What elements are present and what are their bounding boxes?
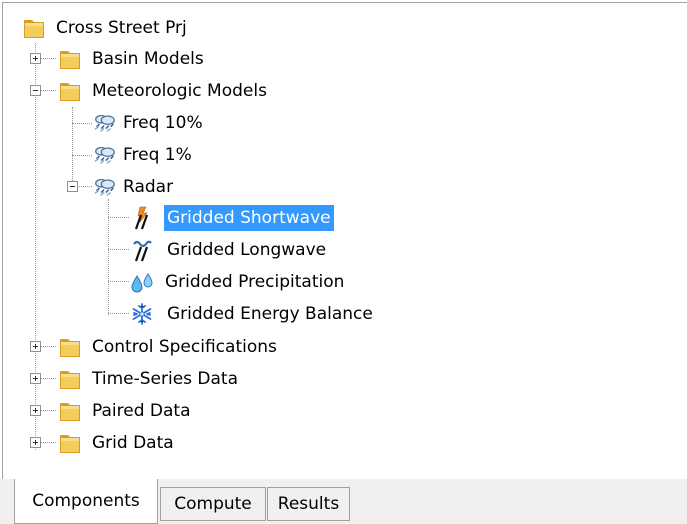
expand-grid-data[interactable] (30, 437, 41, 448)
folder-icon (57, 430, 83, 456)
tree-line (72, 155, 92, 156)
tab-components[interactable]: Components (14, 479, 158, 524)
tree-line (77, 186, 92, 187)
folder-icon (57, 398, 83, 424)
tree-line (40, 90, 56, 91)
tree-line (108, 249, 129, 250)
tree-item-label: Radar (123, 177, 174, 197)
folder-icon (57, 334, 83, 360)
tree-item-meteorologic-models[interactable]: Meteorologic Models (57, 76, 270, 106)
snowflake-icon (129, 301, 155, 327)
tree-line (35, 43, 36, 450)
longwave-radiation-icon (129, 237, 155, 263)
tree-item-label: Meteorologic Models (92, 81, 267, 101)
expand-paired-data[interactable] (30, 405, 41, 416)
tree-line (40, 58, 56, 59)
tree-line (108, 313, 129, 314)
tree-item-label: Time-Series Data (92, 369, 239, 389)
tree-line (40, 378, 56, 379)
tab-bar: Components Compute Results (0, 479, 687, 524)
tree-item-label: Control Specifications (92, 337, 277, 357)
tree-item-label: Paired Data (92, 401, 191, 421)
folder-icon (57, 366, 83, 392)
tree-item-label: Cross Street Prj (56, 18, 187, 38)
tree-item-control-specifications[interactable]: Control Specifications (57, 332, 280, 362)
tree-item-paired-data[interactable]: Paired Data (57, 396, 194, 426)
shortwave-radiation-icon (129, 205, 155, 231)
tree-item-freq-10[interactable]: Freq 10% (92, 108, 206, 138)
tree-line (40, 442, 56, 443)
expand-control-specifications[interactable] (30, 341, 41, 352)
precipitation-drops-icon (129, 269, 155, 295)
tree-line (108, 217, 129, 218)
tree-item-gridded-longwave[interactable]: Gridded Longwave (129, 235, 329, 265)
tree-item-label: Basin Models (92, 49, 204, 69)
tree-line (72, 107, 73, 187)
folder-icon (21, 15, 47, 41)
component-tree: Cross Street Prj Basin Models Meteorolog… (2, 2, 687, 480)
meteorologic-model-icon (92, 142, 118, 168)
tree-line (40, 346, 56, 347)
tree-item-gridded-shortwave[interactable]: Gridded Shortwave (129, 203, 334, 233)
expand-time-series-data[interactable] (30, 373, 41, 384)
tree-item-gridded-energy-balance[interactable]: Gridded Energy Balance (129, 299, 376, 329)
tree-item-label: Gridded Precipitation (165, 272, 345, 292)
tab-results[interactable]: Results (267, 487, 350, 521)
tree-line (108, 281, 129, 282)
tree-item-radar[interactable]: Radar (92, 172, 176, 202)
tree-item-cross-street-prj[interactable]: Cross Street Prj (21, 13, 190, 43)
tree-item-freq-1[interactable]: Freq 1% (92, 140, 195, 170)
meteorologic-model-icon (92, 174, 118, 200)
collapse-radar[interactable] (67, 181, 78, 192)
folder-icon (57, 78, 83, 104)
tree-item-gridded-precipitation[interactable]: Gridded Precipitation (129, 267, 347, 297)
tree-item-time-series-data[interactable]: Time-Series Data (57, 364, 241, 394)
tree-item-label: Gridded Longwave (167, 240, 327, 260)
tree-item-label: Gridded Shortwave (164, 205, 334, 231)
tree-item-label: Freq 10% (123, 113, 203, 133)
expand-basin-models[interactable] (30, 53, 41, 64)
tree-item-grid-data[interactable]: Grid Data (57, 428, 177, 458)
meteorologic-model-icon (92, 110, 118, 136)
folder-icon (57, 46, 83, 72)
collapse-meteorologic-models[interactable] (30, 85, 41, 96)
tree-item-label: Gridded Energy Balance (167, 304, 373, 324)
tree-line (72, 123, 92, 124)
tree-line (40, 410, 56, 411)
tree-item-label: Freq 1% (123, 145, 192, 165)
tab-compute[interactable]: Compute (160, 487, 266, 521)
tree-item-label: Grid Data (92, 433, 174, 453)
tree-item-basin-models[interactable]: Basin Models (57, 44, 207, 74)
